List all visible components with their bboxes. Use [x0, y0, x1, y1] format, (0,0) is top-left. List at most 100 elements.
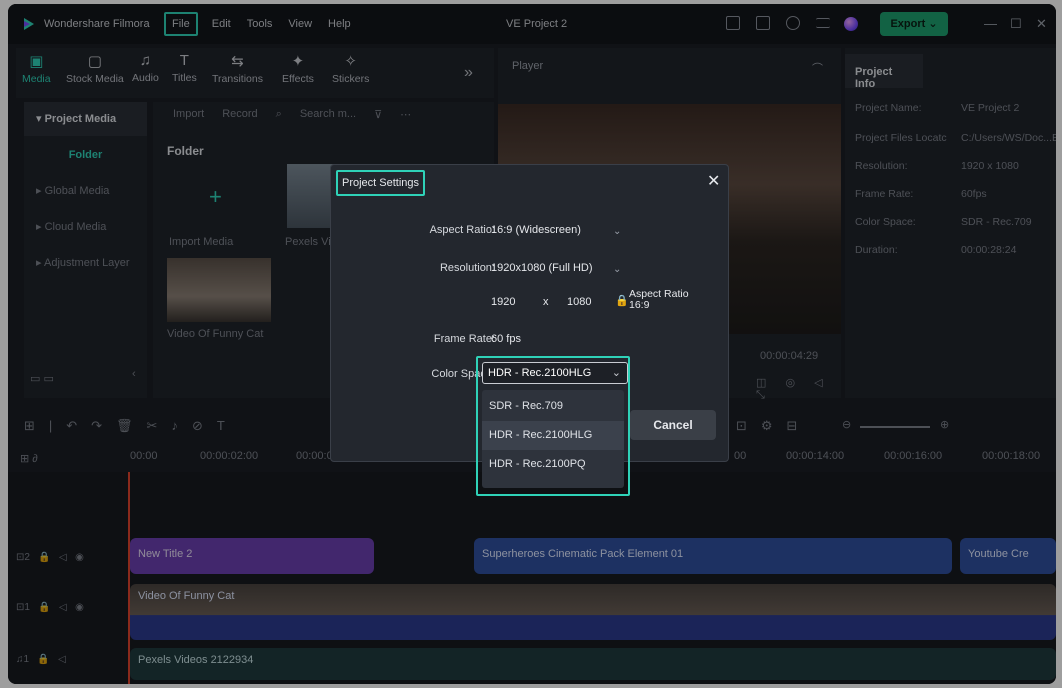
- add-track-icon[interactable]: ⊞ ∂: [20, 452, 38, 465]
- tab-audio[interactable]: ♫ Audio: [132, 52, 159, 84]
- tab-titles-label: Titles: [172, 72, 197, 84]
- ruler-tick: 00:00:18:00: [982, 450, 1041, 462]
- info-value: SDR - Rec.709: [961, 216, 1032, 228]
- tab-stock-media[interactable]: ▢ Stock Media: [66, 52, 124, 85]
- frame-rate-select[interactable]: 60 fps: [491, 333, 521, 345]
- timeline-tracks: ⊡2 🔒 ◁ ◉ ⊡1 🔒 ◁ ◉ ♫1 🔒 ◁ New Title 2 Sup…: [8, 472, 1056, 684]
- chevron-down-icon: ⌄: [611, 367, 621, 379]
- tab-media-label: Media: [22, 73, 51, 85]
- menu-edit[interactable]: Edit: [204, 12, 239, 36]
- sidebar-item-adjustment-layer[interactable]: ▸ Adjustment Layer: [24, 246, 147, 280]
- info-label: Frame Rate:: [855, 188, 914, 200]
- info-row: Color Space: SDR - Rec.709: [855, 216, 1032, 228]
- menu-help[interactable]: Help: [320, 12, 359, 36]
- plus-icon[interactable]: +: [209, 184, 222, 210]
- sidebar-item-folder[interactable]: Folder: [24, 138, 147, 172]
- color-space-select[interactable]: HDR - Rec.2100HLG ⌄: [482, 362, 628, 384]
- info-label: Project Files Locatc: [855, 132, 947, 144]
- collapse-icon[interactable]: ‹: [132, 368, 136, 380]
- layout-icon[interactable]: [726, 16, 740, 30]
- color-space-value: HDR - Rec.2100HLG: [488, 367, 592, 379]
- youtube-clip-label: Youtube Cre: [968, 548, 1029, 560]
- maximize-icon[interactable]: ☐: [1010, 16, 1022, 32]
- title-clip-label: New Title 2: [138, 548, 193, 560]
- info-value: 00:00:28:24: [961, 244, 1017, 256]
- sidebar-label: Project Media: [44, 113, 117, 125]
- menu-view[interactable]: View: [280, 12, 320, 36]
- tab-media[interactable]: ▣ Media: [22, 52, 51, 85]
- info-value: 60fps: [961, 188, 987, 200]
- close-icon[interactable]: ✕: [707, 171, 720, 191]
- project-info-tab[interactable]: Project Info: [845, 54, 923, 90]
- video-thumbnail[interactable]: [167, 258, 271, 322]
- zoom-in-icon[interactable]: ⊕: [940, 418, 949, 431]
- new-folder-icon[interactable]: ▭ ▭: [30, 372, 54, 385]
- sidebar-item-cloud-media[interactable]: ▸ Cloud Media: [24, 210, 147, 244]
- ruler-tick: 00:00:02:00: [200, 450, 259, 462]
- timeline-right-tools[interactable]: ⊡⚙⊟: [736, 418, 811, 434]
- import-button[interactable]: Import: [173, 108, 204, 121]
- option-hdr-rec2100hlg[interactable]: HDR - Rec.2100HLG: [482, 421, 624, 450]
- frame-rate-label: Frame Rate:: [433, 333, 495, 345]
- aspect-lock-label: Aspect Ratio 16:9: [629, 289, 689, 311]
- record-button[interactable]: Record: [222, 108, 257, 121]
- video-clip[interactable]: Video Of Funny Cat: [130, 584, 1056, 640]
- info-label: Project Name:: [855, 102, 922, 114]
- width-input[interactable]: 1920: [491, 296, 515, 308]
- option-hdr-rec2100pq[interactable]: HDR - Rec.2100PQ: [482, 450, 624, 479]
- save-icon[interactable]: [756, 16, 770, 30]
- resolution-select[interactable]: 1920x1080 (Full HD): [491, 262, 593, 274]
- scope-icon[interactable]: ⌒: [812, 60, 823, 76]
- tab-transitions-label: Transitions: [212, 73, 263, 85]
- title-bar: Wondershare Filmora File Edit Tools View…: [8, 4, 1056, 44]
- music-icon: ♫: [139, 52, 152, 69]
- menu-icon[interactable]: [816, 18, 830, 28]
- player-controls[interactable]: ◫ ◎ ◁ ⤡: [756, 376, 841, 402]
- chevron-down-icon: ⌄: [928, 18, 938, 30]
- title-clip[interactable]: New Title 2: [130, 538, 374, 574]
- tab-stickers[interactable]: ✧ Stickers: [332, 52, 369, 85]
- info-value: C:/Users/WS/Doc...E: [961, 132, 1056, 144]
- sidebar-label: Global Media: [44, 185, 110, 197]
- tab-stickers-label: Stickers: [332, 73, 370, 85]
- minimize-icon[interactable]: —: [984, 16, 997, 31]
- chevron-down-icon: ⌄: [613, 264, 622, 275]
- tab-effects[interactable]: ✦ Effects: [282, 52, 314, 85]
- sidebar-item-global-media[interactable]: ▸ Global Media: [24, 174, 147, 208]
- zoom-slider[interactable]: [860, 426, 930, 428]
- dialog-title: Project Settings: [336, 170, 426, 196]
- tab-transitions[interactable]: ⇆ Transitions: [212, 52, 263, 85]
- tab-titles[interactable]: T Titles: [172, 52, 197, 84]
- height-input[interactable]: 1080: [567, 296, 591, 308]
- effect-clip[interactable]: Superheroes Cinematic Pack Element 01: [474, 538, 952, 574]
- menu-tools[interactable]: Tools: [239, 12, 281, 36]
- menu-file[interactable]: File: [164, 12, 198, 36]
- resolution-label: Resolution:: [439, 262, 495, 274]
- tab-audio-label: Audio: [132, 72, 159, 84]
- cancel-button[interactable]: Cancel: [630, 410, 716, 440]
- more-icon[interactable]: ⋯: [400, 108, 411, 121]
- title-icons: [726, 16, 830, 30]
- aspect-ratio-select[interactable]: 16:9 (Widescreen): [491, 224, 581, 236]
- edit-tools[interactable]: ⊞|↶↷🗑✂♪⊘T: [24, 418, 239, 434]
- info-value: 1920 x 1080: [961, 160, 1019, 172]
- cloud-icon[interactable]: [786, 16, 800, 30]
- video-label: Video Of Funny Cat: [167, 328, 264, 340]
- timecode: 00:00:04:29: [760, 350, 819, 362]
- zoom-out-icon[interactable]: ⊖: [842, 418, 851, 431]
- lock-icon[interactable]: 🔒: [615, 294, 629, 307]
- youtube-clip[interactable]: Youtube Cre: [960, 538, 1056, 574]
- video-clip-label: Video Of Funny Cat: [138, 590, 235, 602]
- audio-clip[interactable]: Pexels Videos 2122934: [130, 648, 1056, 680]
- option-sdr-rec709[interactable]: SDR - Rec.709: [482, 392, 624, 421]
- filter-icon[interactable]: ⊽: [374, 108, 382, 121]
- export-button[interactable]: Export ⌄: [880, 12, 948, 36]
- close-icon[interactable]: ✕: [1036, 16, 1047, 32]
- project-info-panel: Project Info Project Name: VE Project 2 P…: [845, 48, 1056, 398]
- more-tabs-icon[interactable]: »: [464, 64, 473, 82]
- sidebar-item-project-media[interactable]: ▾ Project Media: [24, 102, 147, 136]
- avatar[interactable]: [844, 17, 858, 31]
- search-input[interactable]: Search m...: [300, 108, 356, 121]
- project-title: VE Project 2: [506, 18, 568, 30]
- search-icon[interactable]: ⌕: [276, 108, 282, 121]
